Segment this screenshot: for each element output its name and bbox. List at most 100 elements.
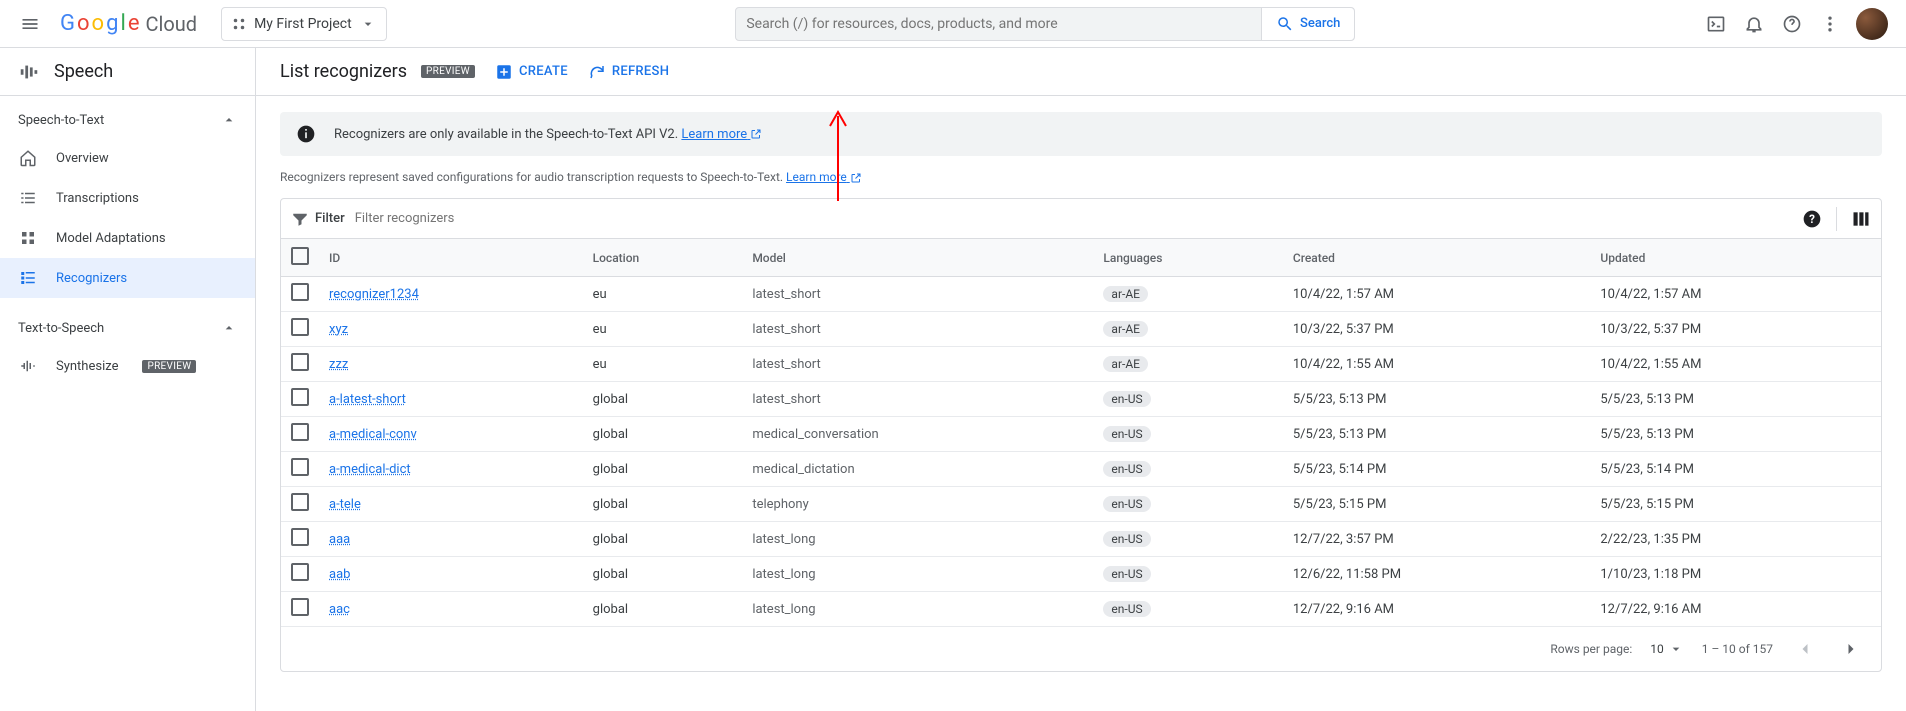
sidebar-header: Speech bbox=[0, 48, 255, 96]
row-checkbox[interactable] bbox=[291, 528, 309, 546]
table-row: aacgloballatest_longen-US12/7/22, 9:16 A… bbox=[281, 592, 1881, 627]
cell-model: latest_short bbox=[742, 347, 1093, 382]
filter-icon bbox=[291, 210, 309, 228]
chevron-up-icon bbox=[221, 112, 237, 128]
help-icon[interactable] bbox=[1780, 12, 1804, 36]
sidebar-item-synthesize[interactable]: Synthesize PREVIEW bbox=[0, 346, 255, 386]
plus-box-icon bbox=[495, 63, 513, 81]
sidebar-item-transcriptions[interactable]: Transcriptions bbox=[0, 178, 255, 218]
sidebar-item-recognizers[interactable]: Recognizers bbox=[0, 258, 255, 298]
cell-created: 10/4/22, 1:57 AM bbox=[1283, 277, 1590, 312]
next-page[interactable] bbox=[1837, 635, 1865, 663]
recognizer-link[interactable]: a-medical-dict bbox=[329, 462, 411, 477]
topbar: Google Cloud My First Project Search bbox=[0, 0, 1906, 48]
recognizer-link[interactable]: a-latest-short bbox=[329, 392, 406, 407]
cell-model: latest_short bbox=[742, 277, 1093, 312]
more-icon[interactable] bbox=[1818, 12, 1842, 36]
cell-created: 5/5/23, 5:14 PM bbox=[1283, 452, 1590, 487]
speech-icon bbox=[18, 61, 40, 83]
search-box[interactable]: Search bbox=[735, 7, 1355, 41]
page-title: List recognizers PREVIEW bbox=[280, 61, 475, 82]
cell-model: latest_long bbox=[742, 522, 1093, 557]
row-checkbox[interactable] bbox=[291, 388, 309, 406]
lang-chip: en-US bbox=[1103, 461, 1150, 477]
cell-location: global bbox=[583, 452, 743, 487]
preview-badge: PREVIEW bbox=[142, 360, 196, 373]
cell-location: global bbox=[583, 417, 743, 452]
cell-created: 5/5/23, 5:13 PM bbox=[1283, 417, 1590, 452]
external-link-icon bbox=[750, 128, 762, 140]
col-id[interactable]: ID bbox=[319, 239, 583, 277]
recognizer-link[interactable]: recognizer1234 bbox=[329, 287, 419, 302]
content: List recognizers PREVIEW CREATE REFRESH … bbox=[256, 48, 1906, 711]
create-button[interactable]: CREATE bbox=[495, 63, 568, 81]
search-input[interactable] bbox=[736, 16, 1261, 32]
cell-model: medical_dictation bbox=[742, 452, 1093, 487]
external-link-icon bbox=[850, 172, 862, 184]
refresh-icon bbox=[588, 63, 606, 81]
avatar[interactable] bbox=[1856, 8, 1888, 40]
prev-page[interactable] bbox=[1791, 635, 1819, 663]
row-checkbox[interactable] bbox=[291, 318, 309, 336]
recognizer-link[interactable]: zzz bbox=[329, 357, 348, 372]
search-button[interactable]: Search bbox=[1261, 8, 1354, 40]
col-created[interactable]: Created bbox=[1283, 239, 1590, 277]
cell-updated: 5/5/23, 5:13 PM bbox=[1590, 417, 1881, 452]
recognizer-link[interactable]: a-tele bbox=[329, 497, 361, 512]
sidebar-item-model-adaptations[interactable]: Model Adaptations bbox=[0, 218, 255, 258]
description: Recognizers represent saved configuratio… bbox=[280, 170, 1882, 184]
sidebar-group-stt[interactable]: Speech-to-Text bbox=[0, 102, 255, 138]
recognizer-link[interactable]: xyz bbox=[329, 322, 348, 337]
filter-label[interactable]: Filter bbox=[291, 210, 345, 228]
cloud-shell-icon[interactable] bbox=[1704, 12, 1728, 36]
cell-updated: 12/7/22, 9:16 AM bbox=[1590, 592, 1881, 627]
cell-created: 12/7/22, 3:57 PM bbox=[1283, 522, 1590, 557]
recognizer-link[interactable]: aab bbox=[329, 567, 350, 582]
banner-link[interactable]: Learn more bbox=[681, 127, 762, 142]
columns-icon[interactable] bbox=[1851, 209, 1871, 229]
pagination: Rows per page: 10 1 – 10 of 157 bbox=[281, 627, 1881, 671]
recognizer-link[interactable]: a-medical-conv bbox=[329, 427, 417, 442]
row-checkbox[interactable] bbox=[291, 493, 309, 511]
recognizer-link[interactable]: aac bbox=[329, 602, 350, 617]
col-updated[interactable]: Updated bbox=[1590, 239, 1881, 277]
recognizer-link[interactable]: aaa bbox=[329, 532, 350, 547]
cell-model: telephony bbox=[742, 487, 1093, 522]
menu-icon[interactable] bbox=[12, 6, 48, 42]
select-all-checkbox[interactable] bbox=[291, 247, 309, 265]
rows-per-page-select[interactable]: 10 bbox=[1650, 641, 1684, 657]
row-checkbox[interactable] bbox=[291, 283, 309, 301]
filter-input[interactable] bbox=[355, 211, 1792, 226]
recognizers-table: Filter ? ID Location Model Languages bbox=[280, 198, 1882, 672]
table-header-row: ID Location Model Languages Created Upda… bbox=[281, 239, 1881, 277]
table-row: a-medical-convglobalmedical_conversation… bbox=[281, 417, 1881, 452]
desc-link[interactable]: Learn more bbox=[786, 170, 862, 184]
lang-chip: en-US bbox=[1103, 426, 1150, 442]
help-filled-icon[interactable]: ? bbox=[1802, 209, 1822, 229]
col-model[interactable]: Model bbox=[742, 239, 1093, 277]
cell-model: latest_short bbox=[742, 382, 1093, 417]
sidebar-group-tts[interactable]: Text-to-Speech bbox=[0, 310, 255, 346]
col-languages[interactable]: Languages bbox=[1093, 239, 1282, 277]
banner-text: Recognizers are only available in the Sp… bbox=[334, 127, 678, 142]
pager-label: Rows per page: bbox=[1550, 642, 1632, 656]
refresh-button[interactable]: REFRESH bbox=[588, 63, 669, 81]
notifications-icon[interactable] bbox=[1742, 12, 1766, 36]
sidebar-item-overview[interactable]: Overview bbox=[0, 138, 255, 178]
project-picker[interactable]: My First Project bbox=[221, 7, 387, 41]
cloud-word: Cloud bbox=[145, 12, 197, 36]
cell-created: 5/5/23, 5:13 PM bbox=[1283, 382, 1590, 417]
gcp-logo[interactable]: Google Cloud bbox=[60, 11, 197, 36]
row-checkbox[interactable] bbox=[291, 353, 309, 371]
info-icon bbox=[296, 124, 316, 144]
col-location[interactable]: Location bbox=[583, 239, 743, 277]
search-icon bbox=[1276, 15, 1294, 33]
table-row: recognizer1234eulatest_shortar-AE10/4/22… bbox=[281, 277, 1881, 312]
sidebar-item-label: Synthesize bbox=[56, 359, 118, 374]
info-banner: Recognizers are only available in the Sp… bbox=[280, 112, 1882, 156]
sidebar-item-label: Transcriptions bbox=[56, 191, 139, 206]
row-checkbox[interactable] bbox=[291, 458, 309, 476]
row-checkbox[interactable] bbox=[291, 423, 309, 441]
row-checkbox[interactable] bbox=[291, 563, 309, 581]
row-checkbox[interactable] bbox=[291, 598, 309, 616]
